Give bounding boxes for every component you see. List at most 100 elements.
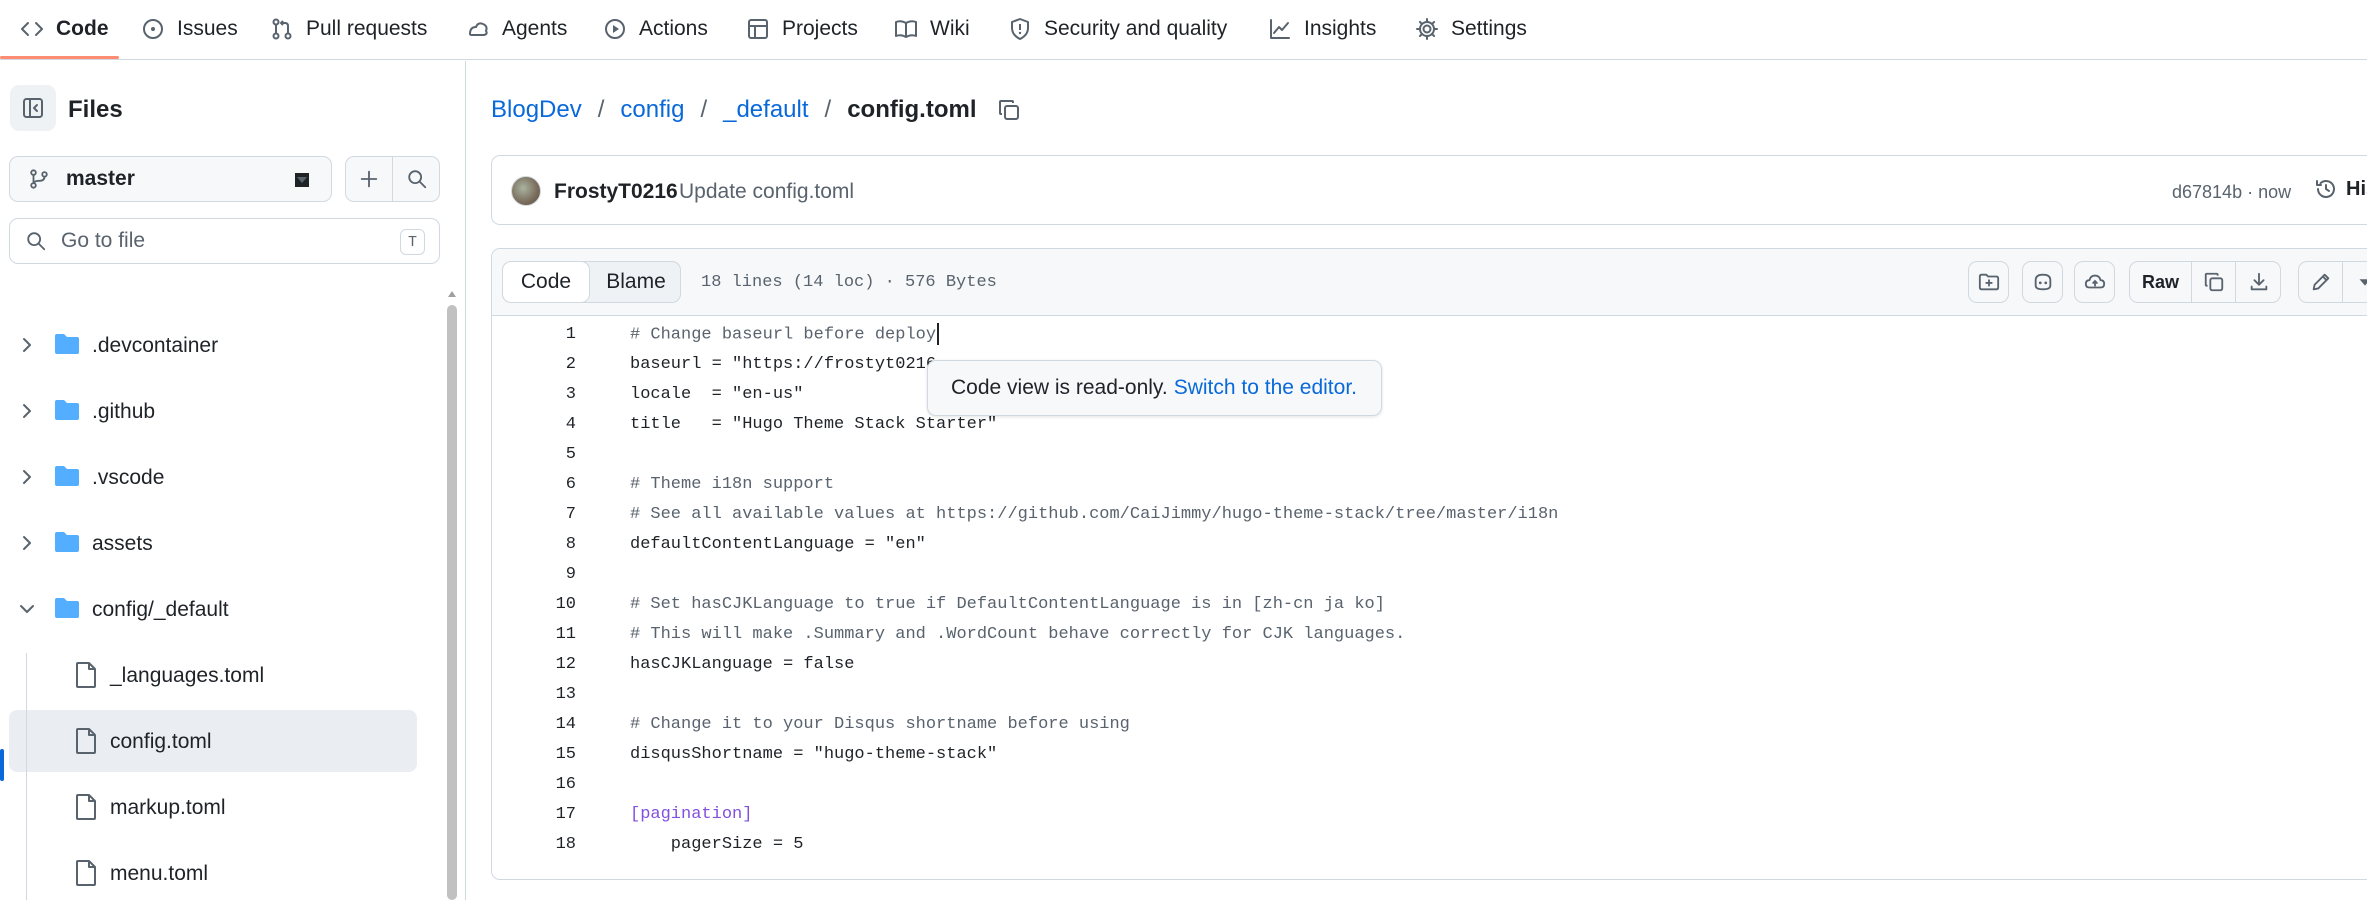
collapse-file-tree-button[interactable] [10,85,56,131]
code-line: 13 [492,679,2367,709]
line-number[interactable]: 13 [492,685,576,704]
tab-security-and-quality[interactable]: Security and quality [1008,0,1227,58]
blame-view-button[interactable]: Blame [591,261,681,303]
raw-button[interactable]: Raw [2130,262,2192,302]
tree-item-config-default[interactable]: config/_default [9,578,417,640]
folder-open-icon [55,598,79,618]
edit-options-dropdown[interactable] [2343,262,2367,302]
codespaces-button[interactable] [2074,261,2115,303]
file-icon [76,794,96,820]
tab-agents[interactable]: Agents [466,0,567,58]
file-stats: 18 lines (14 loc) · 576 Bytes [701,273,997,292]
go-to-file-input[interactable]: Go to file T [9,218,440,264]
line-number[interactable]: 11 [492,625,576,644]
copy-path-icon[interactable] [997,98,1021,122]
line-number[interactable]: 4 [492,415,576,434]
tree-item-config-toml[interactable]: config.toml [9,710,417,772]
commit-sha-time[interactable]: d67814b · now [2172,182,2291,203]
line-number[interactable]: 5 [492,445,576,464]
download-raw-button[interactable] [2236,262,2281,302]
tab-actions[interactable]: Actions [603,0,708,58]
symbols-button[interactable] [1968,261,2009,303]
file-viewer: Code Blame 18 lines (14 loc) · 576 Bytes… [491,248,2367,880]
line-number[interactable]: 12 [492,655,576,674]
gear-icon [1416,18,1438,40]
tab-settings[interactable]: Settings [1415,0,1527,58]
breadcrumb-repo-link[interactable]: BlogDev [491,96,582,124]
breadcrumb-separator: / [824,96,832,123]
history-button[interactable]: History [2314,177,2367,201]
tab-label: Security and quality [1044,17,1228,40]
line-content: disqusShortname = "hugo-theme-stack" [630,744,998,764]
copy-raw-button[interactable] [2192,262,2236,302]
line-number[interactable]: 9 [492,565,576,584]
tree-item-label: assets [92,532,153,555]
tab-label: Wiki [930,17,970,40]
folder-icon [55,400,79,420]
tree-item-label: .devcontainer [92,334,219,357]
line-number[interactable]: 18 [492,835,576,854]
tab-label: Pull requests [306,17,428,40]
tree-item-vscode[interactable]: .vscode [9,446,417,508]
tab-wiki[interactable]: Wiki [894,0,970,58]
scroll-up-icon[interactable] [447,289,457,299]
tree-actions [345,156,440,202]
file-icon [76,728,96,754]
tree-item-languages-toml[interactable]: _languages.toml [9,644,417,706]
breadcrumb-default-link[interactable]: _default [723,96,808,124]
branch-selector[interactable]: master [9,156,332,202]
tab-code[interactable]: Code [20,0,109,58]
code-line: 9 [492,559,2367,589]
breadcrumb: BlogDev / config / _default / config.tom… [491,92,1021,128]
tree-scrollbar[interactable] [446,289,458,900]
tree-item-markup-toml[interactable]: markup.toml [9,776,417,838]
copilot-button[interactable] [2022,261,2063,303]
line-number[interactable]: 14 [492,715,576,734]
tab-pull-requests[interactable]: Pull requests [270,0,427,58]
commit-author[interactable]: FrostyT0216 [554,180,678,204]
code-view[interactable]: 1 # Change baseurl before deploy 2 baseu… [492,316,2367,879]
files-title: Files [68,96,123,123]
line-number[interactable]: 6 [492,475,576,494]
tab-insights[interactable]: Insights [1268,0,1376,58]
line-number[interactable]: 10 [492,595,576,614]
tree-item-github[interactable]: .github [9,380,417,442]
tab-issues[interactable]: Issues [141,0,238,58]
search-files-button[interactable] [393,157,440,201]
tab-label: Insights [1304,17,1377,40]
line-number[interactable]: 16 [492,775,576,794]
go-to-file-placeholder: Go to file [61,229,146,252]
line-number[interactable]: 3 [492,385,576,404]
tree-item-devcontainer[interactable]: .devcontainer [9,314,417,376]
code-line: 11 # This will make .Summary and .WordCo… [492,619,2367,649]
switch-to-editor-link[interactable]: Switch to the editor. [1174,376,1357,400]
line-number[interactable]: 1 [492,325,576,344]
scrollbar-thumb[interactable] [447,305,457,900]
line-number[interactable]: 17 [492,805,576,824]
line-number[interactable]: 7 [492,505,576,524]
breadcrumb-separator: / [597,96,605,123]
shield-icon [1011,18,1029,40]
avatar[interactable] [511,176,541,206]
tree-item-label: .vscode [92,466,165,489]
cloud-icon [2084,274,2105,289]
commit-message[interactable]: Update config.toml [679,180,854,204]
add-file-button[interactable] [346,157,393,201]
code-view-button[interactable]: Code [502,261,590,303]
code-line: 10 # Set hasCJKLanguage to true if Defau… [492,589,2367,619]
chevron-right-icon [23,338,31,352]
branch-name: master [66,167,135,190]
issue-opened-icon [143,19,163,39]
edit-file-button[interactable] [2299,262,2343,302]
line-number[interactable]: 2 [492,355,576,374]
tab-label: Settings [1451,17,1527,40]
line-number[interactable]: 8 [492,535,576,554]
tree-item-menu-toml[interactable]: menu.toml [9,842,417,900]
breadcrumb-config-link[interactable]: config [620,96,684,124]
line-number[interactable]: 15 [492,745,576,764]
agent-icon [468,22,488,36]
tree-item-assets[interactable]: assets [9,512,417,574]
book-icon [895,20,917,38]
tab-projects[interactable]: Projects [746,0,858,58]
line-content: pagerSize = 5 [630,834,804,854]
